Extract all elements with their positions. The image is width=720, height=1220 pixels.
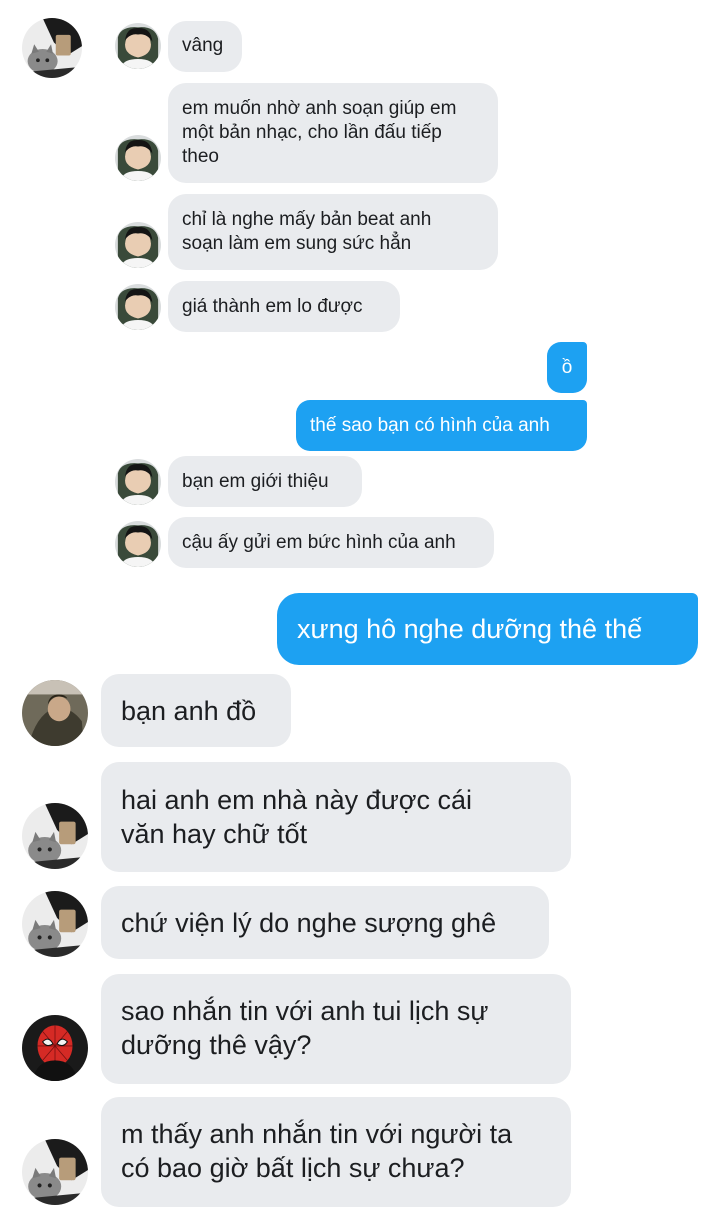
friend-avatar-icon[interactable] — [22, 680, 88, 746]
boy-avatar-icon[interactable] — [115, 23, 161, 69]
message-bubble: giá thành em lo được — [168, 281, 400, 332]
message-bubble: em muốn nhờ anh soạn giúp em một bản nhạ… — [168, 83, 498, 183]
boy-avatar-icon[interactable] — [115, 135, 161, 181]
message-bubble: chứ viện lý do nghe sượng ghê — [101, 886, 549, 959]
outgoing-message-bubble: xưng hô nghe dưỡng thê thế — [277, 593, 698, 665]
boy-avatar-icon[interactable] — [115, 284, 161, 330]
message-bubble: chỉ là nghe mấy bản beat anh soạn làm em… — [168, 194, 498, 270]
message-bubble: vâng — [168, 21, 242, 72]
message-bubble: bạn em giới thiệu — [168, 456, 362, 507]
boy-avatar-icon[interactable] — [115, 459, 161, 505]
spider-mask-avatar-icon[interactable] — [22, 1015, 88, 1081]
outgoing-message-bubble: thế sao bạn có hình của anh — [296, 400, 587, 451]
message-bubble: bạn anh đồ — [101, 674, 291, 747]
boy-avatar-icon[interactable] — [115, 222, 161, 268]
cat-avatar-icon[interactable] — [22, 18, 82, 78]
message-bubble: hai anh em nhà này được cái văn hay chữ … — [101, 762, 571, 872]
cat-avatar-icon[interactable] — [22, 891, 88, 957]
message-bubble: sao nhắn tin với anh tui lịch sự dưỡng t… — [101, 974, 571, 1084]
boy-avatar-icon[interactable] — [115, 521, 161, 567]
message-bubble: m thấy anh nhắn tin với người ta có bao … — [101, 1097, 571, 1207]
cat-avatar-icon[interactable] — [22, 803, 88, 869]
outgoing-message-bubble: ồ — [547, 342, 587, 393]
message-bubble: cậu ấy gửi em bức hình của anh — [168, 517, 494, 568]
cat-avatar-icon[interactable] — [22, 1139, 88, 1205]
